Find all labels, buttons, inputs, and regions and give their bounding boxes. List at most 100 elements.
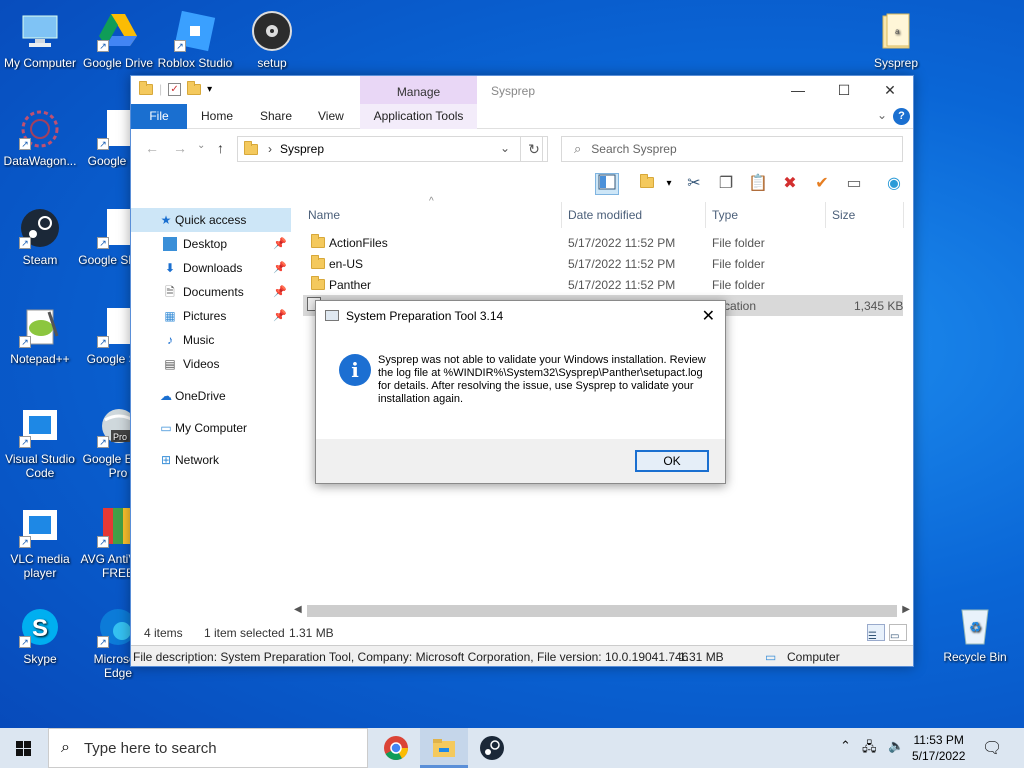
sidebar-item-videos[interactable]: ▤ Videos — [131, 352, 291, 376]
search-box[interactable]: ⌕ Search Sysprep — [561, 136, 903, 162]
back-icon[interactable]: ← — [145, 140, 159, 156]
desktop-icon-setup[interactable]: setup — [232, 6, 312, 86]
tab-file[interactable]: File — [131, 104, 187, 129]
status-bar: 4 items 1 item selected 1.31 MB ☰ ▭ — [131, 621, 913, 643]
desktop-icon-google-drive[interactable]: ↗ Google Drive — [78, 6, 158, 86]
svg-text:♻: ♻ — [969, 619, 982, 635]
close-icon[interactable]: ✕ — [702, 306, 715, 326]
sidebar-item-network[interactable]: ⊞ Network — [131, 448, 291, 472]
address-text: Sysprep — [280, 142, 325, 156]
address-dropdown-icon[interactable]: ⌄ — [500, 141, 510, 155]
desktop-icon-steam[interactable]: ↗ Steam — [0, 203, 80, 283]
table-row[interactable]: ActionFiles 5/17/2022 11:52 PM File fold… — [303, 232, 903, 253]
column-date[interactable]: Date modified — [568, 208, 642, 222]
taskbar-chrome[interactable] — [372, 728, 420, 768]
sidebar-item-downloads[interactable]: ⬇ Downloads 📌 — [131, 256, 291, 280]
download-icon: ⬇ — [164, 261, 176, 275]
column-name[interactable]: Name — [308, 208, 340, 222]
dialog-title-bar[interactable]: System Preparation Tool 3.14 ✕ — [316, 301, 725, 331]
selected-size: 1.31 MB — [289, 626, 334, 640]
sidebar-item-onedrive[interactable]: ☁ OneDrive — [131, 384, 291, 408]
videos-icon: ▤ — [164, 357, 176, 371]
folder-icon[interactable] — [139, 80, 153, 95]
folder-icon: a — [875, 10, 917, 52]
start-button[interactable] — [0, 728, 48, 768]
title-bar[interactable]: | ✓ ▾ Manage Sysprep — ☐ ✕ — [131, 76, 913, 104]
recent-chevron-icon[interactable]: ⌄ — [197, 140, 205, 151]
customize-chevron-icon[interactable]: ▾ — [207, 84, 212, 95]
rename-icon[interactable]: ✔ — [810, 173, 834, 195]
folder-icon — [311, 276, 325, 290]
sidebar-item-pictures[interactable]: ▦ Pictures 📌 — [131, 304, 291, 328]
notification-icon[interactable]: 🗨 — [982, 738, 1002, 758]
navigation-pane: ★ Quick access Desktop 📌 ⬇ Downloads 📌 🗎 Docu… — [131, 200, 291, 606]
cut-icon[interactable]: ✂ — [682, 173, 706, 195]
new-folder-dropdown-icon[interactable]: ▾ — [657, 173, 681, 195]
scroll-right-icon[interactable]: ▶ — [902, 604, 910, 615]
desktop-icon-vscode[interactable]: ↗ Visual Studio Code — [0, 402, 80, 482]
delete-icon[interactable]: ✖ — [778, 173, 802, 195]
ok-button[interactable]: OK — [635, 450, 709, 472]
horizontal-scrollbar[interactable]: ◀ ▶ — [291, 603, 913, 620]
up-icon[interactable]: ↑ — [217, 140, 224, 156]
desktop-icon — [163, 237, 177, 251]
sidebar-item-music[interactable]: ♪ Music — [131, 328, 291, 352]
paste-icon[interactable]: 📋 — [746, 173, 770, 195]
taskbar-steam[interactable] — [468, 728, 516, 768]
desktop-icon-roblox-studio[interactable]: ↗ Roblox Studio — [155, 6, 235, 86]
star-icon: ★ — [160, 213, 172, 227]
show-hidden-icons-chevron-icon[interactable]: ⌃ — [840, 738, 851, 754]
network-icon[interactable]: 🖧 — [862, 738, 877, 760]
selected-count: 1 item selected — [204, 626, 285, 640]
column-size[interactable]: Size — [832, 208, 855, 222]
tab-share[interactable]: Share — [246, 104, 306, 129]
properties-icon[interactable]: ✓ — [168, 82, 182, 96]
help-icon[interactable]: ? — [893, 108, 910, 125]
search-placeholder: Search Sysprep — [591, 142, 677, 156]
scroll-thumb[interactable] — [307, 605, 897, 617]
expand-ribbon-icon[interactable]: ⌄ — [877, 108, 887, 122]
table-row[interactable]: en-US 5/17/2022 11:52 PM File folder — [303, 253, 903, 274]
refresh-button[interactable]: ↻ — [520, 136, 548, 162]
new-folder-icon[interactable] — [187, 80, 202, 95]
address-bar[interactable]: › Sysprep ⌄ — [237, 136, 543, 162]
large-icons-view-button[interactable]: ▭ — [889, 624, 907, 642]
desktop-icon-datawagon[interactable]: ↗ DataWagon... — [0, 104, 80, 184]
table-row[interactable]: Panther 5/17/2022 11:52 PM File folder — [303, 274, 903, 295]
copy-icon[interactable]: ❐ — [714, 173, 738, 195]
column-type[interactable]: Type — [712, 208, 738, 222]
new-folder-icon[interactable] — [635, 173, 659, 195]
globe-icon[interactable]: ◉ — [882, 173, 906, 195]
volume-icon[interactable]: 🔈 — [888, 738, 904, 754]
sidebar-item-documents[interactable]: 🗎 Documents 📌 — [131, 280, 291, 304]
clock[interactable]: 11:53 PM 5/17/2022 — [912, 732, 965, 764]
forward-icon[interactable]: → — [173, 140, 187, 156]
taskbar-search[interactable]: ⌕ Type here to search — [48, 728, 368, 768]
sysprep-error-dialog[interactable]: System Preparation Tool 3.14 ✕ i Sysprep… — [315, 300, 726, 484]
sidebar-item-quick-access[interactable]: ★ Quick access — [131, 208, 291, 232]
preview-pane-icon[interactable] — [595, 173, 619, 195]
desktop-icon-vlc[interactable]: ↗ VLC media player — [0, 502, 80, 582]
pin-icon: 📌 — [273, 286, 287, 298]
item-count: 4 items — [144, 626, 183, 640]
sort-up-icon: ^ — [429, 196, 434, 207]
desktop-icon-skype[interactable]: S ↗ Skype — [0, 602, 80, 682]
info-icon: i — [339, 354, 371, 386]
sidebar-item-desktop[interactable]: Desktop 📌 — [131, 232, 291, 256]
desktop-icon-my-computer[interactable]: My Computer — [0, 6, 80, 86]
svg-text:Pro: Pro — [113, 432, 127, 442]
close-button[interactable]: ✕ — [867, 76, 913, 104]
desktop-icon-sysprep[interactable]: a Sysprep — [856, 6, 936, 86]
properties-icon[interactable]: ▭ — [842, 173, 866, 195]
taskbar-file-explorer[interactable] — [420, 728, 468, 768]
tab-home[interactable]: Home — [187, 104, 247, 129]
tab-application-tools[interactable]: Application Tools — [360, 104, 477, 129]
desktop-icon-notepadpp[interactable]: ↗ Notepad++ — [0, 302, 80, 382]
scroll-left-icon[interactable]: ◀ — [294, 604, 302, 615]
maximize-button[interactable]: ☐ — [821, 76, 867, 104]
tab-view[interactable]: View — [304, 104, 358, 129]
details-view-button[interactable]: ☰ — [867, 624, 885, 642]
minimize-button[interactable]: — — [775, 76, 821, 104]
desktop-icon-recycle-bin[interactable]: ♻ Recycle Bin — [935, 600, 1015, 680]
sidebar-item-my-computer[interactable]: ▭ My Computer — [131, 416, 291, 440]
